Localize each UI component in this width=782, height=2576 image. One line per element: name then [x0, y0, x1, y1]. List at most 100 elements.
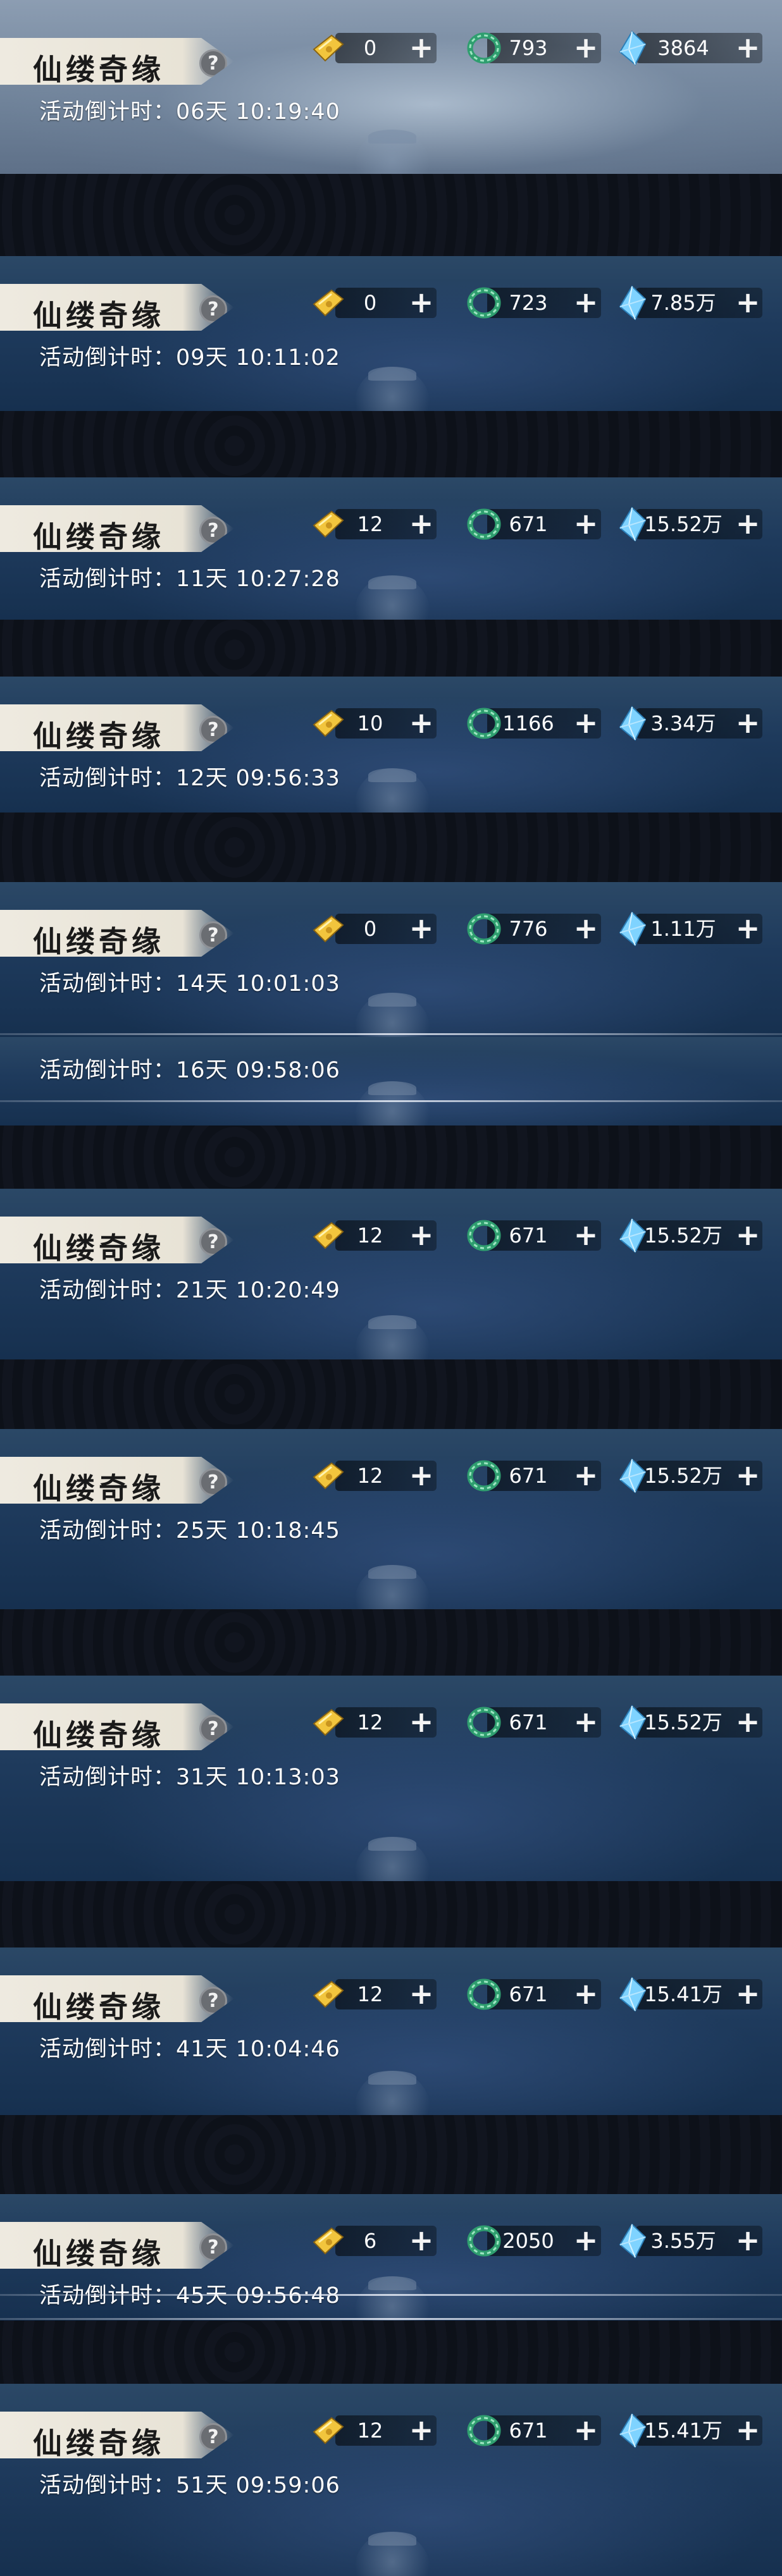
hat-shape [368, 993, 416, 1007]
jade-plus-button[interactable]: + [573, 1707, 599, 1738]
gem-plus-button[interactable]: + [735, 1979, 760, 2009]
help-icon[interactable]: ? [199, 1715, 227, 1743]
ticket-plus-button[interactable]: + [409, 1461, 434, 1491]
dark-separator [0, 2115, 782, 2194]
resource-bar: 12 +671 +15.41万 + [297, 1974, 782, 2015]
gem-plus-button[interactable]: + [735, 1707, 760, 1738]
jade-plus-button[interactable]: + [573, 914, 599, 944]
title-banner: 仙缕奇缘? [0, 1457, 234, 1504]
game-panel: 仙缕奇缘? 12 +671 +15.52万 + 活动倒计时：21天 10:20:49 [0, 1189, 782, 1359]
jade-bracelet-icon [466, 506, 502, 542]
page-title: 仙缕奇缘 [33, 298, 164, 333]
jade-bracelet-icon [466, 911, 502, 947]
ticket-plus-button[interactable]: + [409, 914, 434, 944]
gold-ticket-icon [310, 911, 347, 947]
help-icon[interactable]: ? [199, 1987, 227, 2015]
ticket-plus-button[interactable]: + [409, 1220, 434, 1251]
jade-plus-button[interactable]: + [573, 509, 599, 539]
hat-shape [368, 367, 416, 381]
ticket-plus-button[interactable]: + [409, 1979, 434, 2009]
help-icon[interactable]: ? [199, 2233, 227, 2261]
event-countdown: 活动倒计时：14天 10:01:03 [39, 971, 340, 997]
jade-plus-button[interactable]: + [573, 288, 599, 318]
jade-bracelet-icon [466, 285, 502, 321]
event-countdown: 活动倒计时：16天 09:58:06 [39, 1058, 340, 1083]
jade-plus-button[interactable]: + [573, 1461, 599, 1491]
page-title: 仙缕奇缘 [33, 924, 164, 959]
gold-ticket-icon [310, 2413, 347, 2448]
resource-bar: 0 +723 +7.85万 + [297, 283, 782, 323]
help-icon[interactable]: ? [199, 1228, 227, 1256]
ticket-plus-button[interactable]: + [409, 1707, 434, 1738]
jade-bracelet-icon [466, 1458, 502, 1493]
blue-crystal-icon [614, 911, 650, 947]
character-silhouette [354, 2071, 430, 2115]
ticket-plus-button[interactable]: + [409, 708, 434, 739]
resource-bar: 10 +1166 +3.34万 + [297, 703, 782, 744]
resource-bar: 12 +671 +15.52万 + [297, 1215, 782, 1256]
ticket-plus-button[interactable]: + [409, 2415, 434, 2446]
help-icon[interactable]: ? [199, 921, 227, 949]
character-silhouette [354, 130, 430, 174]
scroll-indicator-line [0, 2318, 782, 2320]
ticket-plus-button[interactable]: + [409, 2226, 434, 2256]
help-icon[interactable]: ? [199, 49, 227, 77]
game-panel: 仙缕奇缘? 10 +1166 +3.34万 + 活动倒计时：12天 09:56:33 [0, 677, 782, 813]
jade-bracelet-icon [466, 2413, 502, 2448]
gold-ticket-icon [310, 1977, 347, 2012]
gem-plus-button[interactable]: + [735, 2415, 760, 2446]
gem-plus-button[interactable]: + [735, 2226, 760, 2256]
hat-shape [368, 130, 416, 144]
gem-plus-button[interactable]: + [735, 1220, 760, 1251]
ticket-plus-button[interactable]: + [409, 288, 434, 318]
help-icon[interactable]: ? [199, 1468, 227, 1496]
jade-plus-button[interactable]: + [573, 2415, 599, 2446]
dark-separator [0, 1881, 782, 1947]
gem-plus-button[interactable]: + [735, 914, 760, 944]
jade-plus-button[interactable]: + [573, 1220, 599, 1251]
gem-plus-button[interactable]: + [735, 1461, 760, 1491]
character-silhouette [354, 2276, 430, 2321]
ticket-plus-button[interactable]: + [409, 33, 434, 63]
dark-separator [0, 411, 782, 481]
blue-crystal-icon [614, 1977, 650, 2012]
gold-ticket-icon [310, 1458, 347, 1493]
scroll-indicator-line [0, 2294, 782, 2296]
jade-plus-button[interactable]: + [573, 1979, 599, 2009]
resource-bar: 0 +776 +1.11万 + [297, 909, 782, 949]
jade-plus-button[interactable]: + [573, 708, 599, 739]
event-countdown: 活动倒计时：09天 10:11:02 [39, 345, 340, 371]
blue-crystal-icon [614, 1218, 650, 1253]
page-title: 仙缕奇缘 [33, 1471, 164, 1506]
event-countdown: 活动倒计时：31天 10:13:03 [39, 1765, 340, 1790]
blue-crystal-icon [614, 2223, 650, 2259]
help-icon[interactable]: ? [199, 517, 227, 544]
game-panel: 仙缕奇缘? 0 +793 +3864 + 活动倒计时：06天 10:19:40 [0, 0, 782, 174]
page-title: 仙缕奇缘 [33, 1990, 164, 2024]
gold-ticket-icon [310, 506, 347, 542]
scroll-indicator-line [0, 1100, 782, 1102]
title-banner: 仙缕奇缘? [0, 38, 234, 85]
help-icon[interactable]: ? [199, 716, 227, 744]
gem-plus-button[interactable]: + [735, 708, 760, 739]
help-icon[interactable]: ? [199, 2423, 227, 2451]
gem-plus-button[interactable]: + [735, 33, 760, 63]
character-silhouette [354, 575, 430, 620]
title-banner: 仙缕奇缘? [0, 2222, 234, 2269]
jade-bracelet-icon [466, 2223, 502, 2259]
ticket-plus-button[interactable]: + [409, 509, 434, 539]
gold-ticket-icon [310, 30, 347, 66]
gem-plus-button[interactable]: + [735, 509, 760, 539]
resource-bar: 12 +671 +15.52万 + [297, 1456, 782, 1496]
blue-crystal-icon [614, 706, 650, 741]
help-icon[interactable]: ? [199, 295, 227, 323]
jade-plus-button[interactable]: + [573, 2226, 599, 2256]
jade-plus-button[interactable]: + [573, 33, 599, 63]
title-banner: 仙缕奇缘? [0, 2412, 234, 2458]
dark-separator [0, 1609, 782, 1676]
resource-bar: 12 +671 +15.52万 + [297, 1702, 782, 1743]
hat-shape [368, 575, 416, 589]
hat-shape [368, 2276, 416, 2290]
hat-shape [368, 768, 416, 782]
gem-plus-button[interactable]: + [735, 288, 760, 318]
